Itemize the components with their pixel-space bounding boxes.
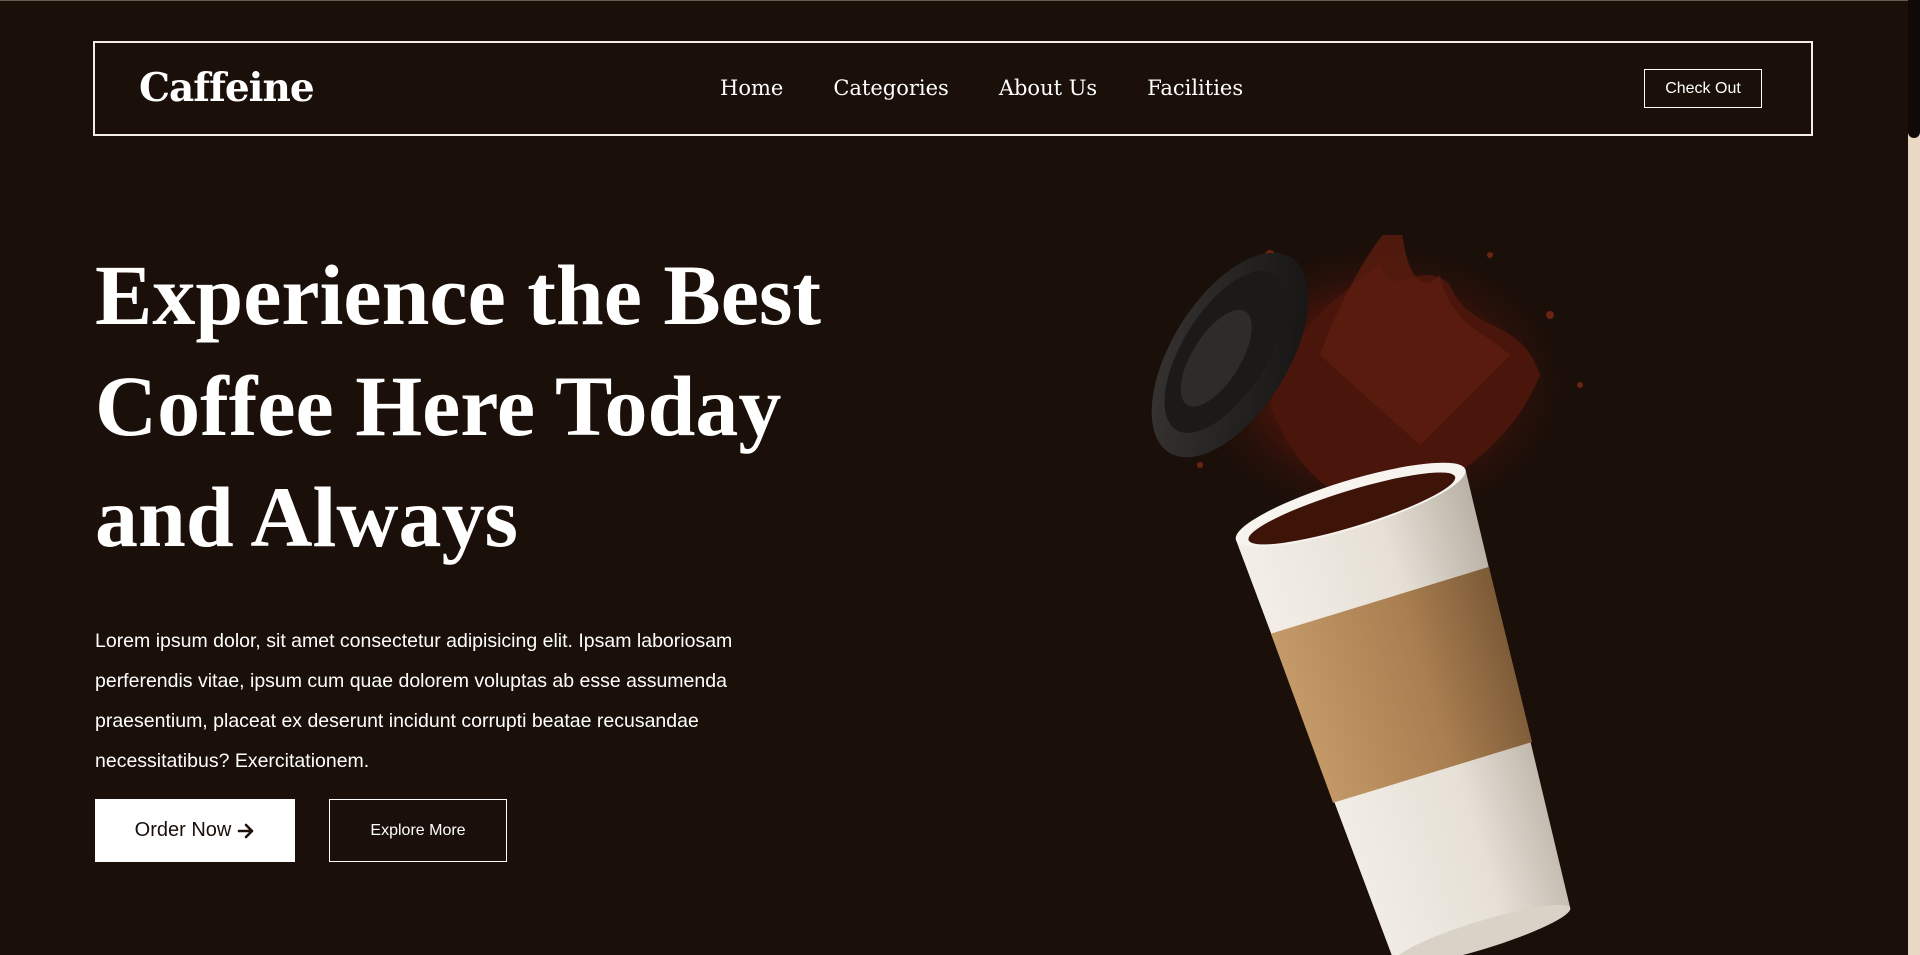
hero-title-line: Experience the Best xyxy=(95,247,822,343)
nav-link-categories[interactable]: Categories xyxy=(833,76,949,100)
order-now-label: Order Now xyxy=(134,819,232,841)
top-divider xyxy=(0,0,1920,1)
hero-title: Experience the Best Coffee Here Today an… xyxy=(95,240,915,573)
nav-link-facilities[interactable]: Facilities xyxy=(1147,76,1243,100)
logo[interactable]: Caffeine xyxy=(139,65,315,111)
page-edge-strip xyxy=(1908,0,1920,955)
nav-links: Home Categories About Us Facilities xyxy=(720,76,1243,100)
hero-title-line: Coffee Here Today xyxy=(95,358,782,454)
nav-link-home[interactable]: Home xyxy=(720,76,783,100)
explore-more-button[interactable]: Explore More xyxy=(329,799,507,862)
scrollbar-thumb[interactable] xyxy=(1908,0,1920,138)
nav-link-about-us[interactable]: About Us xyxy=(999,76,1097,100)
check-out-button[interactable]: Check Out xyxy=(1644,69,1762,108)
navbar: Caffeine Home Categories About Us Facili… xyxy=(93,41,1813,136)
coffee-cup-splash-illustration xyxy=(1151,235,1583,955)
arrow-right-icon xyxy=(238,823,254,838)
hero-title-line: and Always xyxy=(95,469,518,565)
hero-description: Lorem ipsum dolor, sit amet consectetur … xyxy=(95,630,733,772)
order-now-button[interactable]: Order Now xyxy=(95,799,295,862)
